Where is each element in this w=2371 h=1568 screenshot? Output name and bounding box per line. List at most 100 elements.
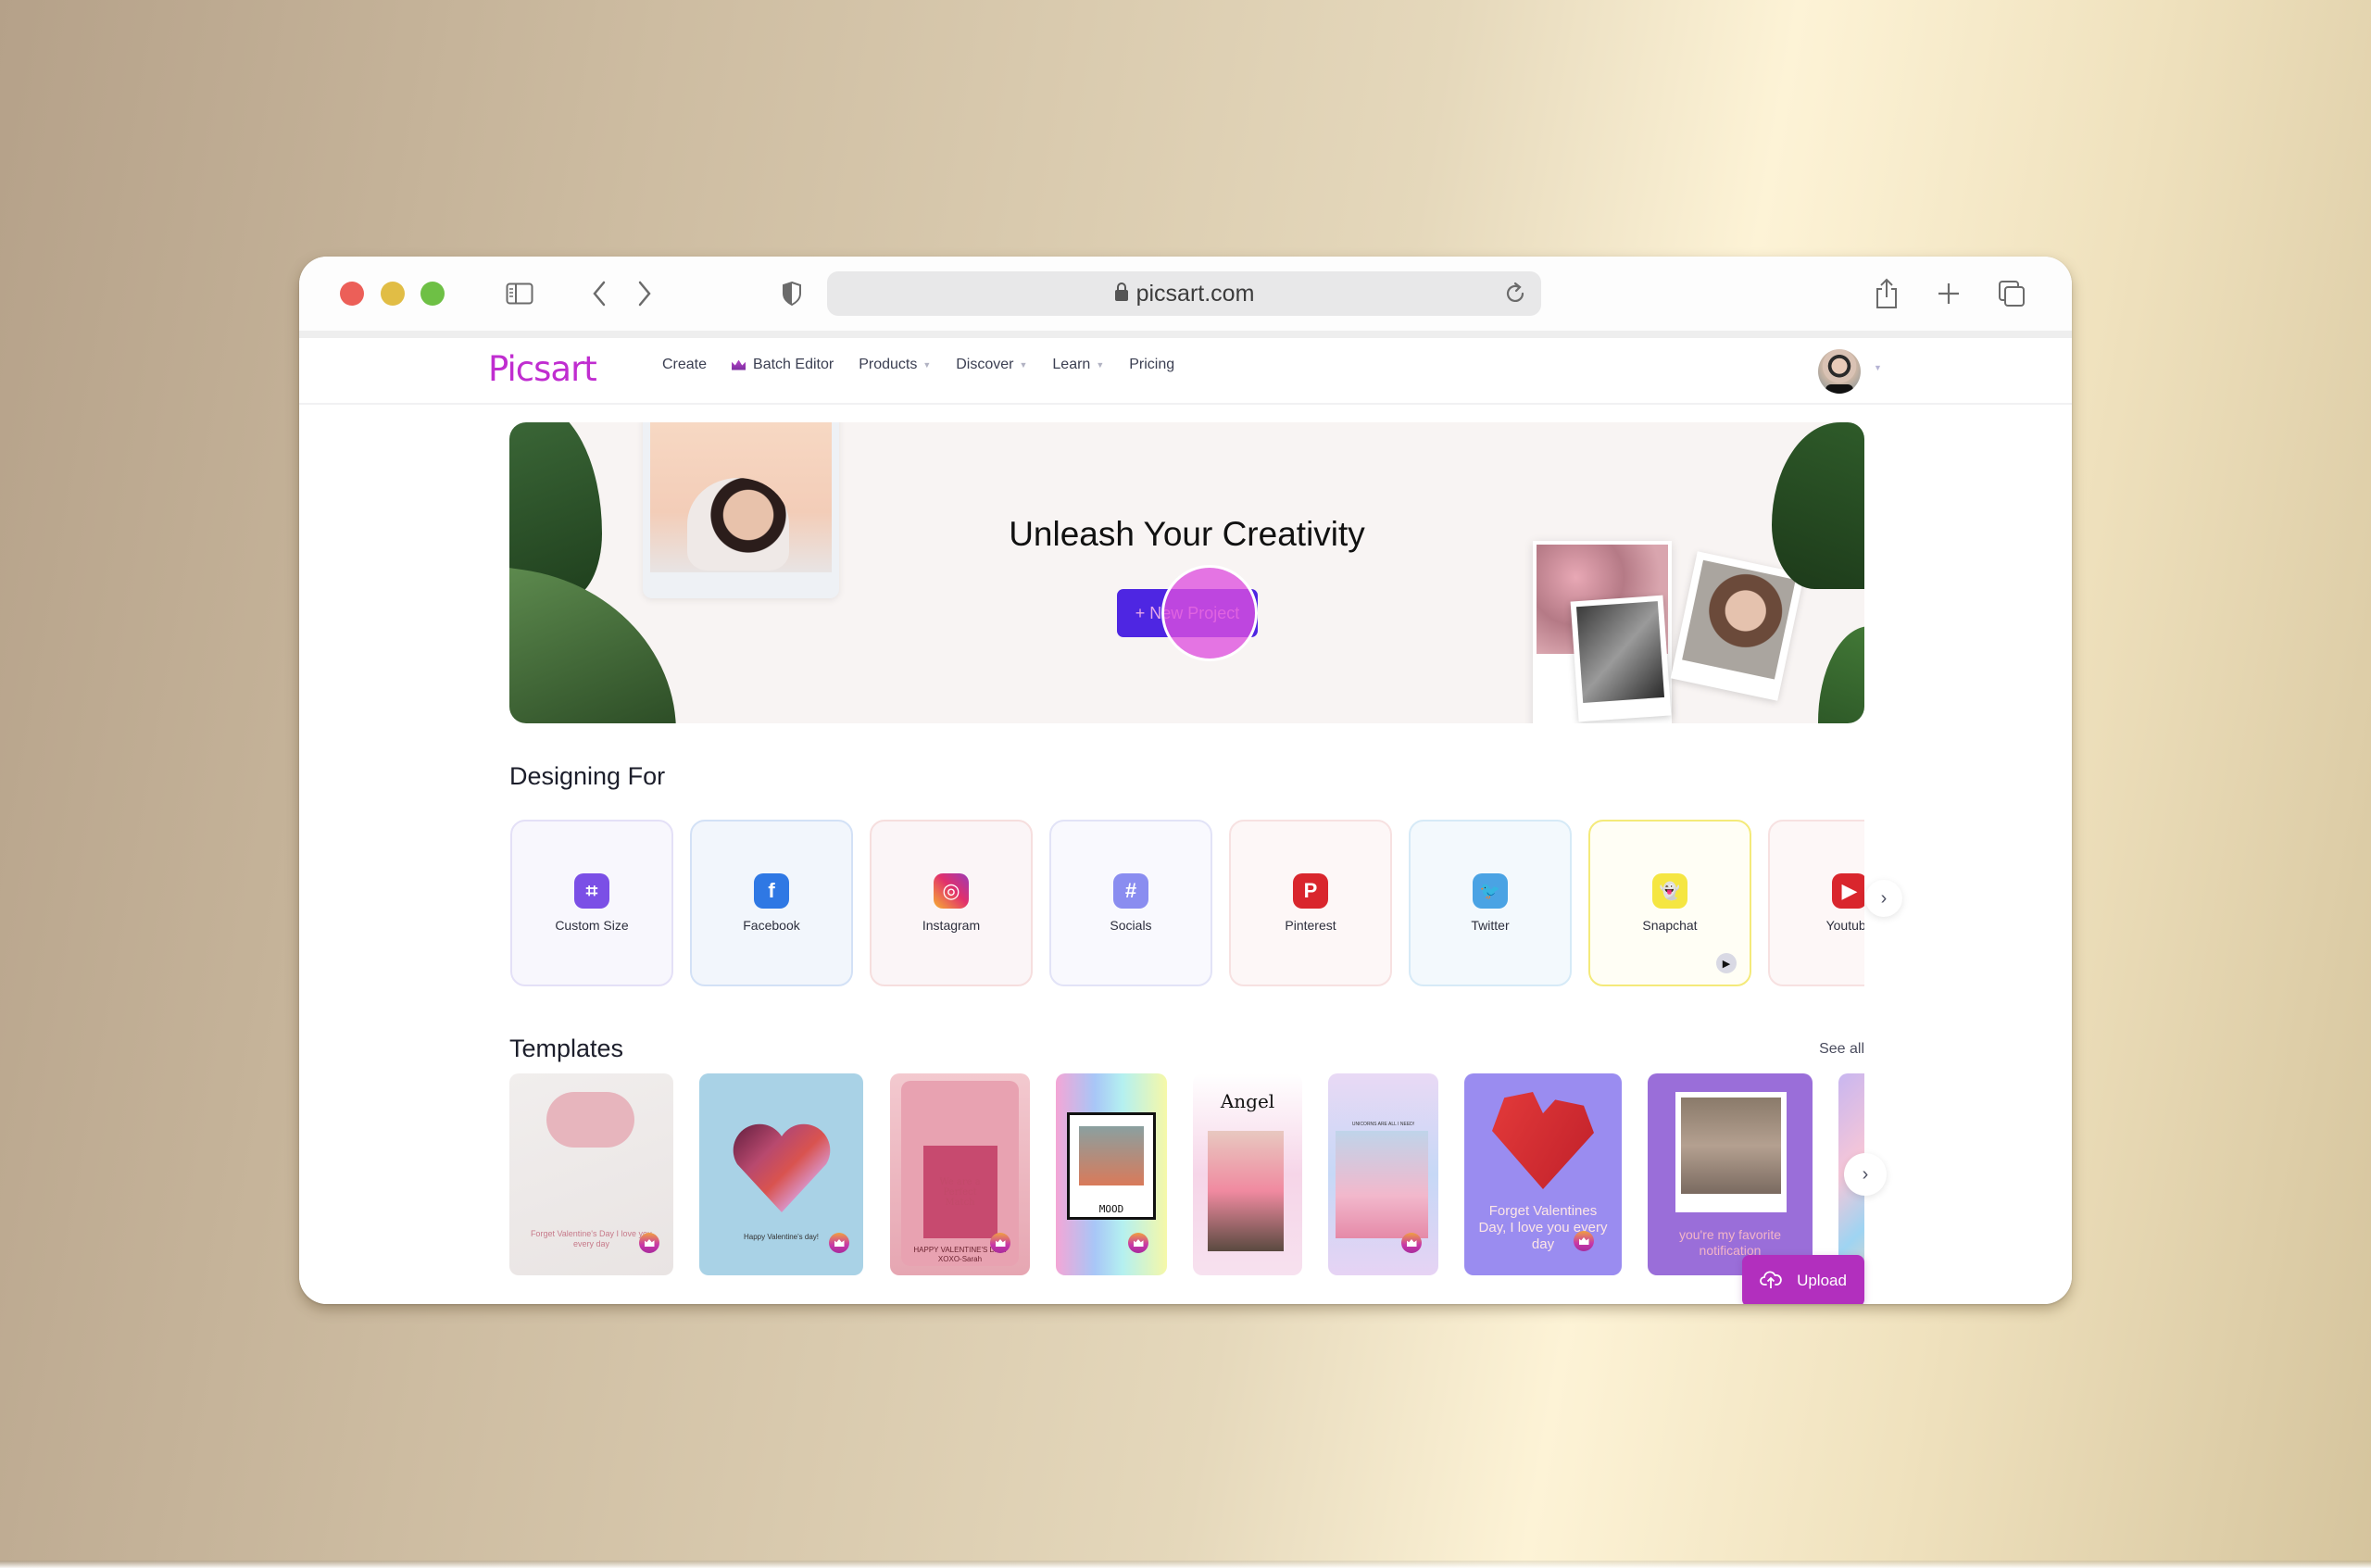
template-caption: Angel — [1220, 1090, 1275, 1112]
plus-icon[interactable] — [1932, 277, 1965, 310]
nav-create-label: Create — [662, 357, 708, 372]
nav-learn[interactable]: Learn ▼ — [1052, 357, 1104, 373]
nav-products[interactable]: Products ▼ — [859, 357, 931, 373]
design-target-card-pinterest[interactable]: P Pinterest — [1229, 820, 1392, 986]
lock-icon — [1114, 282, 1129, 307]
web-page: Picsart Create Batch Editor Products ▼ Di… — [299, 338, 2072, 1304]
design-target-label: Socials — [1110, 918, 1152, 933]
nav-pricing[interactable]: Pricing — [1129, 357, 1174, 373]
chevron-right-icon[interactable] — [628, 277, 661, 310]
template-artwork — [1208, 1131, 1284, 1251]
pinterest-icon: P — [1293, 873, 1328, 909]
facebook-icon: f — [754, 873, 789, 909]
template-card-rain-of-hearts[interactable]: Forget Valentine's Day I love you every … — [509, 1073, 673, 1275]
template-artwork — [1675, 1092, 1787, 1212]
design-target-label: Custom Size — [555, 918, 629, 933]
design-target-card-socials[interactable]: # Socials — [1049, 820, 1212, 986]
premium-crown-icon — [639, 1233, 659, 1253]
snapchat-icon: 👻 — [1652, 873, 1687, 909]
designing-for-carousel: ⌗ Custom Size f Facebook ◎ Instagram # Socials P… — [509, 818, 1864, 988]
nav-batch-editor[interactable]: Batch Editor — [732, 357, 834, 373]
tabs-overview-icon[interactable] — [1995, 277, 2028, 310]
banner-title: Unleash Your Creativity — [1009, 515, 1365, 553]
template-card-origami-heart[interactable]: Forget Valentines Day, I love you every … — [1464, 1073, 1622, 1275]
nav-pricing-label: Pricing — [1129, 357, 1175, 372]
chevron-right-icon: › — [1862, 1163, 1869, 1185]
avatar-caret-down-icon[interactable]: ▼ — [1874, 363, 1882, 372]
template-caption: Forget Valentines Day, I love you every … — [1478, 1203, 1608, 1252]
template-caption: MOOD — [1098, 1203, 1124, 1215]
templates-next-button[interactable]: › — [1844, 1153, 1887, 1196]
cloud-upload-icon — [1760, 1269, 1782, 1294]
desktop-bottom-edge — [0, 1561, 2371, 1568]
design-target-card-custom-size[interactable]: ⌗ Custom Size — [510, 820, 673, 986]
minimize-window-button[interactable] — [381, 282, 405, 306]
play-icon[interactable]: ▶ — [1716, 953, 1737, 973]
templates-carousel: Forget Valentine's Day I love you every … — [509, 1072, 1864, 1277]
design-target-card-instagram[interactable]: ◎ Instagram — [870, 820, 1033, 986]
address-bar[interactable]: picsart.com — [827, 271, 1541, 316]
design-target-card-twitter[interactable]: 🐦 Twitter — [1409, 820, 1572, 986]
design-target-card-snapchat[interactable]: 👻 Snapchat ▶ — [1588, 820, 1751, 986]
chevron-right-icon: › — [1880, 887, 1888, 909]
nav-products-label: Products — [859, 357, 918, 372]
design-target-label: Pinterest — [1285, 918, 1336, 933]
designing-for-next-button[interactable]: › — [1865, 880, 1902, 917]
nav-learn-label: Learn — [1052, 357, 1091, 372]
design-target-label: Facebook — [743, 918, 800, 933]
shield-icon[interactable] — [775, 277, 809, 310]
premium-crown-icon — [1128, 1233, 1148, 1253]
premium-crown-icon — [1401, 1233, 1422, 1253]
close-window-button[interactable] — [340, 282, 364, 306]
caret-down-icon: ▼ — [922, 360, 932, 370]
monstera-leaf-image — [1772, 422, 1864, 589]
premium-crown-icon — [1574, 1231, 1594, 1251]
twitter-icon: 🐦 — [1473, 873, 1508, 909]
crown-icon — [732, 359, 746, 370]
design-target-label: Youtube — [1825, 918, 1864, 933]
monstera-leaf-image — [1818, 626, 1864, 723]
premium-crown-icon — [990, 1233, 1010, 1253]
template-artwork — [732, 1120, 832, 1212]
sidebar-icon[interactable] — [503, 277, 536, 310]
reload-icon[interactable] — [1502, 281, 1528, 307]
share-icon[interactable] — [1870, 277, 1903, 310]
nav-create[interactable]: Create — [662, 357, 707, 373]
site-header: Picsart Create Batch Editor Products ▼ Di… — [299, 338, 2072, 405]
user-avatar[interactable] — [1818, 349, 1861, 394]
youtube-icon: ▶ — [1832, 873, 1864, 909]
upload-button[interactable]: Upload — [1742, 1255, 1864, 1304]
crop-icon: ⌗ — [574, 873, 609, 909]
caret-down-icon: ▼ — [1019, 360, 1028, 370]
template-caption: UNICORNS ARE ALL I NEED! — [1351, 1122, 1415, 1127]
see-all-link[interactable]: See all — [1819, 1041, 1864, 1058]
template-card-mood[interactable]: MOOD — [1056, 1073, 1167, 1275]
design-target-card-facebook[interactable]: f Facebook — [690, 820, 853, 986]
template-caption: you're my favorite notification — [1678, 1227, 1782, 1258]
design-target-card-youtube[interactable]: ▶ Youtube — [1768, 820, 1864, 986]
upload-label: Upload — [1797, 1272, 1847, 1289]
hashtag-icon: # — [1113, 873, 1148, 909]
instagram-icon: ◎ — [934, 873, 969, 909]
template-card-perfect-match[interactable]: HAPPY VALENTINE'S DAY! XOXO-Sarah We are … — [890, 1073, 1030, 1275]
nav-batch-editor-label: Batch Editor — [753, 357, 834, 372]
design-target-label: Snapchat — [1642, 918, 1698, 933]
template-card-angel[interactable]: Angel — [1193, 1073, 1302, 1275]
picsart-logo[interactable]: Picsart — [488, 349, 597, 389]
premium-crown-icon — [829, 1233, 849, 1253]
templates-title: Templates — [509, 1035, 624, 1062]
url-text: picsart.com — [1135, 280, 1255, 307]
chevron-left-icon[interactable] — [583, 277, 616, 310]
browser-window: picsart.com Picsart Create Batch Editor … — [299, 257, 2072, 1304]
template-artwork — [546, 1092, 634, 1148]
tab-strip — [299, 331, 2072, 338]
design-target-label: Twitter — [1471, 918, 1510, 933]
nav-discover-label: Discover — [956, 357, 1014, 372]
template-card-unicorns[interactable]: UNICORNS ARE ALL I NEED! — [1328, 1073, 1438, 1275]
template-card-favorite-notification[interactable]: you're my favorite notification — [1648, 1073, 1813, 1275]
nav-discover[interactable]: Discover ▼ — [956, 357, 1027, 373]
caret-down-icon: ▼ — [1096, 360, 1105, 370]
template-card-paper-heart[interactable]: Happy Valentine's day! — [699, 1073, 863, 1275]
template-artwork — [1492, 1092, 1594, 1189]
zoom-window-button[interactable] — [420, 282, 445, 306]
